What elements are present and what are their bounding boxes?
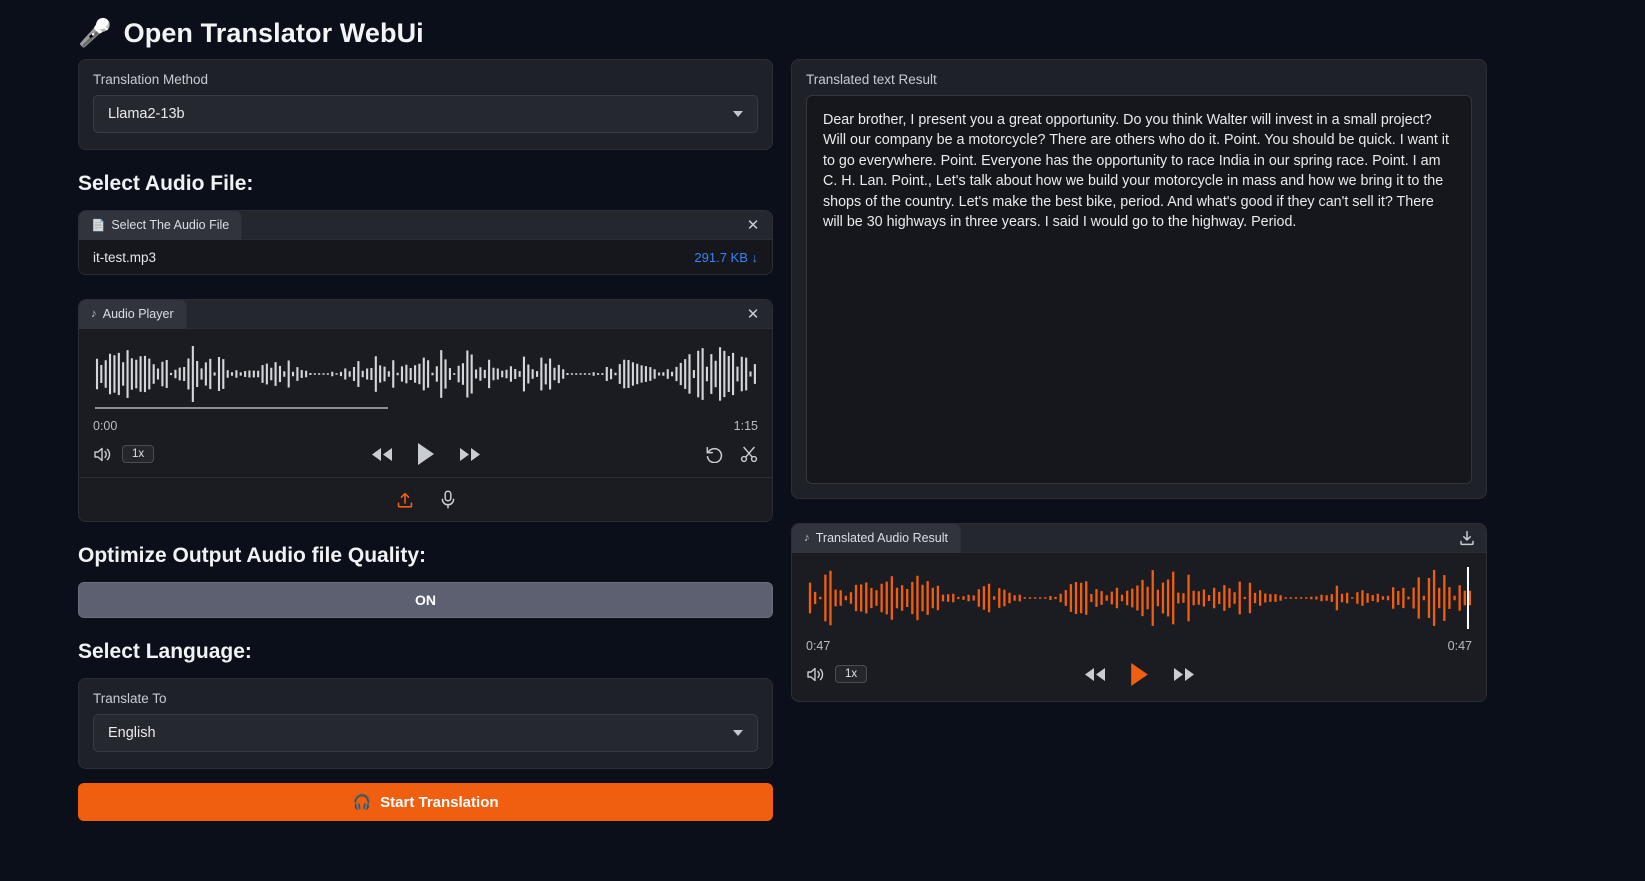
select-audio-file-heading: Select Audio File:	[78, 172, 254, 195]
tab-translated-audio-result[interactable]: ♪ Translated Audio Result	[792, 524, 962, 553]
translated-audio-controls: 1x	[792, 653, 1486, 701]
app-root: 🎤 Open Translator WebUi Translation Meth…	[0, 0, 1645, 881]
translated-audio-block: ♪ Translated Audio Result 0:47 0:47 1x	[791, 523, 1487, 702]
translate-to-value: English	[108, 725, 156, 741]
main-columns: Translation Method Llama2-13b Select Aud…	[0, 59, 1645, 821]
download-icon[interactable]	[1456, 527, 1478, 549]
translation-method-panel: Translation Method Llama2-13b	[78, 59, 773, 150]
playback-speed-button[interactable]: 1x	[835, 665, 868, 683]
chevron-down-icon	[733, 730, 743, 736]
audio-file-size-download[interactable]: 291.7 KB ↓	[694, 250, 758, 265]
translated-audio-tabbar: ♪ Translated Audio Result	[792, 524, 1486, 553]
start-translation-label: Start Translation	[380, 793, 499, 811]
controls-left: 1x	[93, 445, 155, 463]
translate-to-label: Translate To	[93, 691, 167, 706]
forward-icon[interactable]	[458, 446, 482, 463]
left-column: Translation Method Llama2-13b Select Aud…	[78, 59, 773, 821]
waveform-svg	[808, 567, 1472, 629]
rewind-icon[interactable]	[370, 446, 394, 463]
audio-file-block: 📄 Select The Audio File ✕ it-test.mp3 29…	[78, 210, 773, 275]
controls-center	[792, 662, 1486, 687]
translate-to-select[interactable]: English	[93, 714, 758, 752]
translation-method-select[interactable]: Llama2-13b	[93, 95, 758, 133]
start-translation-button[interactable]: 🎧 Start Translation	[78, 783, 773, 821]
undo-icon[interactable]	[705, 445, 724, 463]
chevron-down-icon	[733, 111, 743, 117]
app-header: 🎤 Open Translator WebUi	[0, 0, 1645, 59]
playback-speed-button[interactable]: 1x	[122, 445, 155, 463]
right-column: Translated text Result Dear brother, I p…	[791, 59, 1487, 702]
play-icon[interactable]	[1129, 662, 1150, 687]
headphones-icon: 🎧	[352, 794, 372, 811]
upload-icon[interactable]	[396, 491, 414, 509]
close-icon[interactable]: ✕	[742, 214, 764, 236]
audio-player-block: ♪ Audio Player ✕ 0:00 1:15 1x	[78, 299, 773, 522]
waveform-svg	[95, 346, 756, 402]
tab-label: Translated Audio Result	[815, 531, 949, 545]
audio-file-row: it-test.mp3 291.7 KB ↓	[79, 240, 772, 274]
audio-file-tabbar: 📄 Select The Audio File ✕	[79, 211, 772, 240]
audio-waveform[interactable]	[79, 329, 772, 409]
volume-icon[interactable]	[806, 666, 825, 683]
tab-audio-player[interactable]: ♪ Audio Player	[79, 300, 187, 329]
optimize-toggle-button[interactable]: ON	[78, 582, 773, 618]
volume-icon[interactable]	[93, 446, 112, 463]
translated-text-output[interactable]: Dear brother, I present you a great oppo…	[806, 95, 1472, 484]
translation-method-label: Translation Method	[93, 72, 209, 87]
audio-file-name: it-test.mp3	[93, 249, 157, 265]
file-icon: 📄	[91, 220, 106, 232]
time-total: 0:47	[1447, 639, 1472, 653]
tab-label: Select The Audio File	[111, 218, 230, 232]
controls-right	[705, 445, 758, 463]
translated-text-panel: Translated text Result Dear brother, I p…	[791, 59, 1487, 499]
language-panel: Translate To English	[78, 678, 773, 769]
translation-method-value: Llama2-13b	[108, 106, 185, 122]
audio-player-tabbar: ♪ Audio Player ✕	[79, 300, 772, 329]
optimize-heading: Optimize Output Audio file Quality:	[78, 544, 427, 567]
microphone-icon: 🎤	[78, 18, 112, 48]
select-language-heading: Select Language:	[78, 640, 252, 663]
music-note-icon: ♪	[804, 532, 810, 544]
time-current: 0:47	[806, 639, 831, 653]
tab-label: Audio Player	[102, 307, 174, 321]
audio-source-toolbar	[79, 477, 772, 521]
forward-icon[interactable]	[1172, 666, 1196, 683]
controls-left: 1x	[806, 665, 868, 683]
audio-player-times: 0:00 1:15	[79, 409, 772, 433]
audio-player-controls: 1x	[79, 433, 772, 477]
music-note-icon: ♪	[91, 308, 97, 320]
translated-audio-waveform[interactable]	[792, 553, 1486, 629]
rewind-icon[interactable]	[1083, 666, 1107, 683]
translated-text-label: Translated text Result	[806, 72, 937, 87]
tab-select-the-audio-file[interactable]: 📄 Select The Audio File	[79, 211, 243, 240]
scissors-icon[interactable]	[740, 445, 758, 463]
time-total: 1:15	[733, 419, 758, 433]
translated-audio-times: 0:47 0:47	[792, 629, 1486, 653]
play-icon[interactable]	[416, 442, 436, 466]
page-title: Open Translator WebUi	[123, 18, 424, 48]
time-current: 0:00	[93, 419, 118, 433]
controls-center	[79, 442, 772, 466]
close-icon[interactable]: ✕	[742, 303, 764, 325]
microphone-icon[interactable]	[440, 490, 456, 509]
